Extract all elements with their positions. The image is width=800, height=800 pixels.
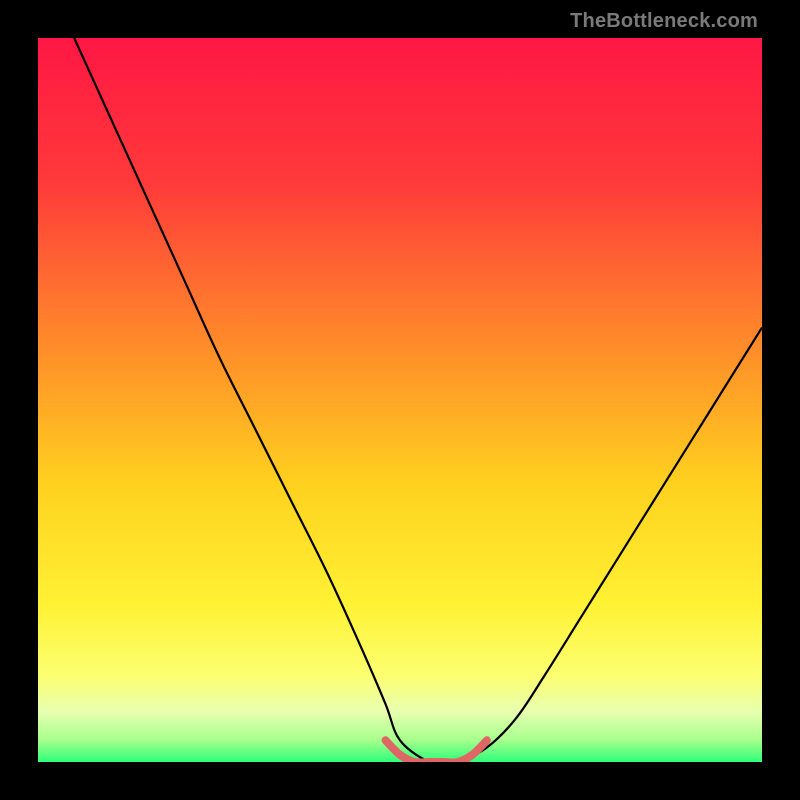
gradient-background — [38, 38, 762, 762]
chart-container: TheBottleneck.com — [0, 0, 800, 800]
plot-area — [38, 38, 762, 762]
watermark-text: TheBottleneck.com — [570, 10, 758, 33]
